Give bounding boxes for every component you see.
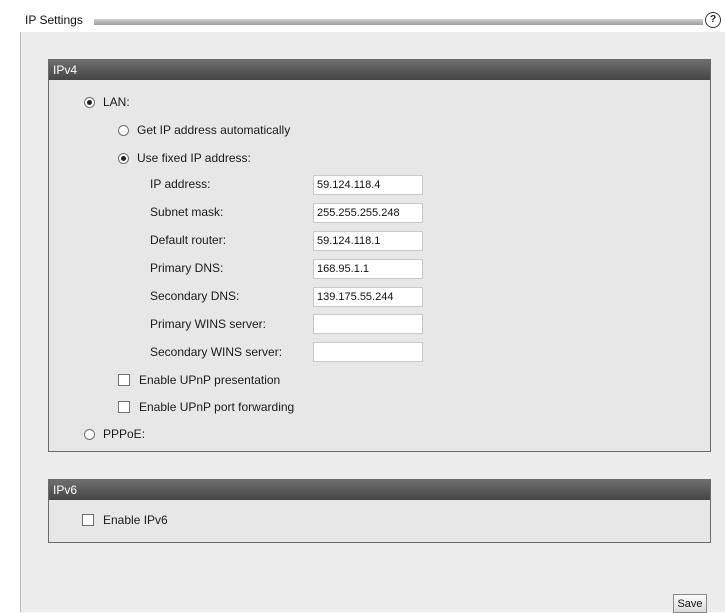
lan-label: LAN: (103, 95, 130, 109)
fixed-ip-radio[interactable] (118, 152, 129, 164)
ipv4-section-header: IPv4 (49, 60, 710, 80)
default-router-input[interactable] (313, 231, 423, 251)
auto-ip-option[interactable]: Get IP address automatically (118, 122, 290, 138)
help-icon[interactable]: ? (705, 12, 721, 28)
pppoe-radio[interactable] (84, 428, 95, 440)
upnp-presentation-option[interactable]: Enable UPnP presentation (118, 372, 280, 388)
upnp-forwarding-option[interactable]: Enable UPnP port forwarding (118, 399, 294, 415)
primary-dns-label: Primary DNS: (150, 261, 224, 275)
settings-title-bar: IP Settings ? (20, 10, 725, 32)
ipv4-section: IPv4 (48, 59, 711, 452)
fixed-ip-label: Use fixed IP address: (137, 151, 251, 165)
auto-ip-label: Get IP address automatically (137, 123, 291, 137)
ipv6-section-header: IPv6 (49, 480, 710, 500)
enable-ipv6-label: Enable IPv6 (103, 513, 168, 527)
primary-wins-label: Primary WINS server: (150, 317, 267, 331)
fixed-ip-option[interactable]: Use fixed IP address: (118, 150, 251, 166)
upnp-presentation-checkbox[interactable] (118, 374, 130, 386)
upnp-forwarding-checkbox[interactable] (118, 401, 130, 413)
enable-ipv6-checkbox[interactable] (82, 514, 94, 526)
lan-option[interactable]: LAN: (84, 94, 130, 110)
secondary-wins-input[interactable] (313, 342, 423, 362)
title-bar-divider (94, 19, 703, 25)
subnet-mask-label: Subnet mask: (150, 205, 224, 219)
save-button[interactable]: Save (673, 594, 707, 613)
ip-address-input[interactable] (313, 175, 423, 195)
lan-radio[interactable] (84, 96, 95, 108)
default-router-label: Default router: (150, 233, 227, 247)
page-title: IP Settings (25, 13, 83, 27)
primary-dns-input[interactable] (313, 259, 423, 279)
ipv6-section: IPv6 (48, 479, 711, 543)
upnp-presentation-label: Enable UPnP presentation (139, 373, 281, 387)
ip-address-label: IP address: (150, 177, 211, 191)
pppoe-label: PPPoE: (103, 427, 146, 441)
primary-wins-input[interactable] (313, 314, 423, 334)
secondary-wins-label: Secondary WINS server: (150, 345, 283, 359)
subnet-mask-input[interactable] (313, 203, 423, 223)
secondary-dns-input[interactable] (313, 287, 423, 307)
auto-ip-radio[interactable] (118, 124, 129, 136)
pppoe-option[interactable]: PPPoE: (84, 426, 145, 442)
secondary-dns-label: Secondary DNS: (150, 289, 240, 303)
upnp-forwarding-label: Enable UPnP port forwarding (139, 400, 295, 414)
enable-ipv6-option[interactable]: Enable IPv6 (82, 512, 168, 528)
